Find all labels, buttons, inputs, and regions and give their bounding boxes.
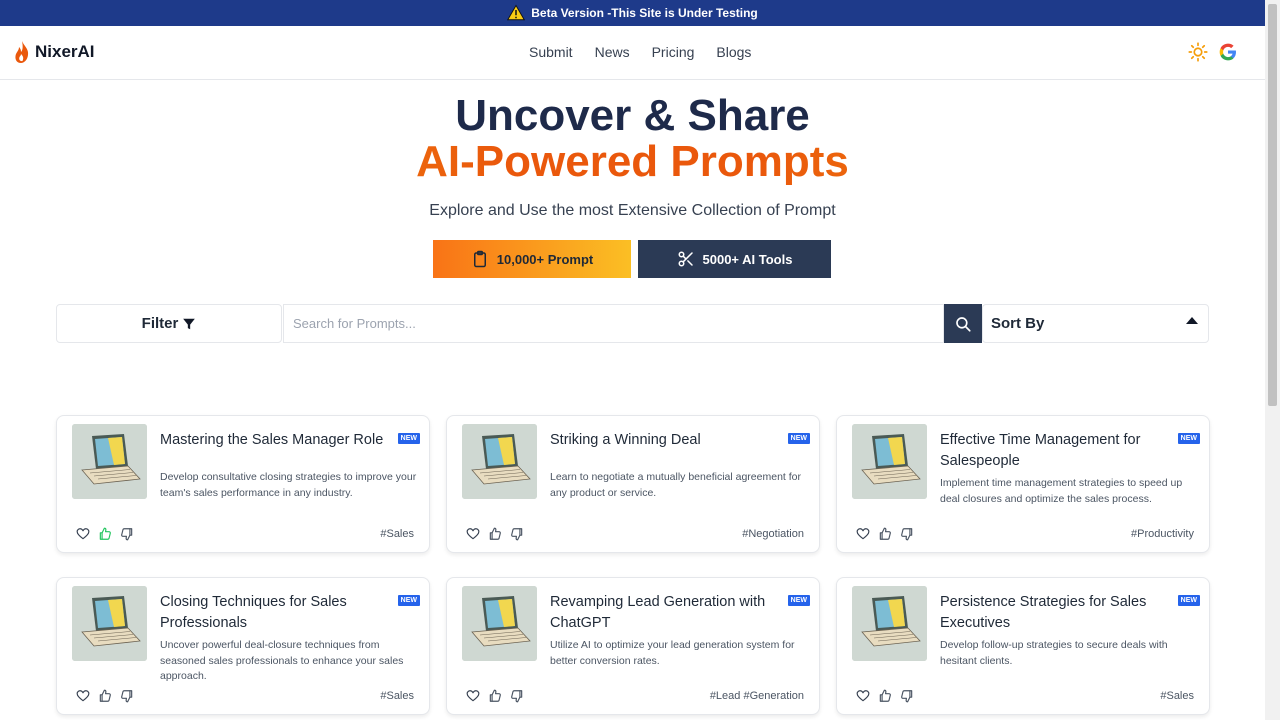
prompts-button[interactable]: 10,000+ Prompt bbox=[433, 240, 631, 278]
prompt-card[interactable]: Mastering the Sales Manager Role NEW Dev… bbox=[56, 415, 430, 553]
new-badge: NEW bbox=[1177, 595, 1200, 606]
prompt-card[interactable]: Closing Techniques for Sales Professiona… bbox=[56, 577, 430, 715]
card-thumbnail-laptop-icon bbox=[462, 424, 537, 499]
beta-banner: Beta Version -This Site is Under Testing bbox=[0, 0, 1265, 26]
filter-button[interactable]: Filter bbox=[56, 304, 282, 343]
flame-logo-icon bbox=[15, 41, 29, 63]
thumbs-down-icon[interactable] bbox=[510, 527, 524, 541]
thumbs-down-icon[interactable] bbox=[120, 689, 134, 703]
sort-label: Sort By bbox=[991, 315, 1045, 332]
thumbs-up-icon[interactable] bbox=[878, 689, 892, 703]
card-thumbnail-laptop-icon bbox=[462, 586, 537, 661]
ai-tools-button-label: 5000+ AI Tools bbox=[702, 251, 793, 267]
card-actions bbox=[466, 527, 524, 541]
filter-label: Filter bbox=[141, 315, 179, 332]
thumbs-down-icon[interactable] bbox=[900, 527, 914, 541]
prompt-card[interactable]: Persistence Strategies for Sales Executi… bbox=[836, 577, 1210, 715]
heart-icon[interactable] bbox=[466, 689, 480, 703]
card-thumbnail-laptop-icon bbox=[852, 586, 927, 661]
card-description: Uncover powerful deal-closure techniques… bbox=[160, 639, 404, 682]
card-description: Utilize AI to optimize your lead generat… bbox=[550, 639, 795, 667]
card-actions bbox=[856, 527, 914, 541]
brand-name: NixerAI bbox=[35, 42, 95, 61]
card-description: Learn to negotiate a mutually beneficial… bbox=[550, 471, 801, 499]
hero-title-line2: AI-Powered Prompts bbox=[0, 136, 1265, 188]
thumbs-up-icon[interactable] bbox=[488, 527, 502, 541]
caret-up-icon bbox=[1186, 317, 1198, 324]
hero-subtitle: Explore and Use the most Extensive Colle… bbox=[429, 202, 836, 219]
card-description: Develop consultative closing strategies … bbox=[160, 471, 417, 499]
thumbs-up-icon[interactable] bbox=[98, 689, 112, 703]
card-tag[interactable]: #Sales bbox=[380, 528, 414, 540]
nav-submit[interactable]: Submit bbox=[529, 44, 573, 60]
card-thumbnail-laptop-icon bbox=[72, 586, 147, 661]
thumbs-down-icon[interactable] bbox=[510, 689, 524, 703]
new-badge: NEW bbox=[1177, 433, 1200, 444]
card-thumbnail-laptop-icon bbox=[852, 424, 927, 499]
google-icon[interactable] bbox=[1218, 42, 1238, 62]
prompt-card[interactable]: Revamping Lead Generation with ChatGPT N… bbox=[446, 577, 820, 715]
card-title: Persistence Strategies for Sales Executi… bbox=[940, 594, 1147, 631]
card-tag[interactable]: #Negotiation bbox=[742, 528, 804, 540]
warning-icon bbox=[507, 4, 526, 21]
prompt-card[interactable]: Striking a Winning Deal NEW Learn to neg… bbox=[446, 415, 820, 553]
card-tag[interactable]: #Sales bbox=[380, 690, 414, 702]
card-thumbnail-laptop-icon bbox=[72, 424, 147, 499]
sun-icon[interactable] bbox=[1188, 42, 1208, 62]
hero-title-line1: Uncover & Share bbox=[455, 91, 810, 140]
card-actions bbox=[466, 689, 524, 703]
new-badge: NEW bbox=[787, 433, 810, 444]
nav-pricing[interactable]: Pricing bbox=[652, 44, 695, 60]
navbar: NixerAI Submit News Pricing Blogs bbox=[0, 26, 1265, 80]
card-title: Mastering the Sales Manager Role bbox=[160, 432, 384, 448]
card-title: Revamping Lead Generation with ChatGPT bbox=[550, 594, 766, 631]
card-tag[interactable]: #Productivity bbox=[1131, 528, 1194, 540]
thumbs-up-icon[interactable] bbox=[488, 689, 502, 703]
card-actions bbox=[856, 689, 914, 703]
search-input[interactable] bbox=[283, 304, 944, 343]
heart-icon[interactable] bbox=[76, 689, 90, 703]
card-title: Striking a Winning Deal bbox=[550, 432, 701, 448]
nav-news[interactable]: News bbox=[595, 44, 630, 60]
scissors-icon bbox=[678, 251, 693, 267]
search-icon bbox=[956, 316, 971, 332]
heart-icon[interactable] bbox=[466, 527, 480, 541]
nav-blogs[interactable]: Blogs bbox=[716, 44, 751, 60]
funnel-icon bbox=[183, 318, 196, 329]
main-nav: Submit News Pricing Blogs bbox=[529, 44, 751, 60]
heart-icon[interactable] bbox=[76, 527, 90, 541]
card-title: Closing Techniques for Sales Professiona… bbox=[160, 594, 347, 631]
sort-dropdown[interactable]: Sort By bbox=[982, 304, 1209, 343]
thumbs-up-icon[interactable] bbox=[98, 527, 112, 541]
new-badge: NEW bbox=[787, 595, 810, 606]
card-tag[interactable]: #Lead #Generation bbox=[710, 690, 804, 702]
heart-icon[interactable] bbox=[856, 527, 870, 541]
prompts-button-label: 10,000+ Prompt bbox=[496, 251, 594, 267]
card-description: Implement time management strategies to … bbox=[940, 477, 1183, 505]
new-badge: NEW bbox=[397, 433, 420, 444]
card-title: Effective Time Management for Salespeopl… bbox=[940, 432, 1141, 469]
card-actions bbox=[76, 527, 134, 541]
prompt-card[interactable]: Effective Time Management for Salespeopl… bbox=[836, 415, 1210, 553]
nav-icons bbox=[1188, 42, 1238, 62]
clipboard-icon bbox=[473, 250, 486, 268]
beta-banner-text: Beta Version -This Site is Under Testing bbox=[531, 6, 758, 20]
thumbs-up-icon[interactable] bbox=[878, 527, 892, 541]
scrollbar[interactable] bbox=[1265, 0, 1280, 720]
scrollbar-thumb[interactable] bbox=[1268, 4, 1277, 406]
card-description: Develop follow-up strategies to secure d… bbox=[940, 639, 1168, 667]
brand-logo[interactable]: NixerAI bbox=[13, 40, 95, 64]
heart-icon[interactable] bbox=[856, 689, 870, 703]
new-badge: NEW bbox=[397, 595, 420, 606]
thumbs-down-icon[interactable] bbox=[900, 689, 914, 703]
thumbs-down-icon[interactable] bbox=[120, 527, 134, 541]
search-button[interactable] bbox=[944, 304, 982, 343]
ai-tools-button[interactable]: 5000+ AI Tools bbox=[638, 240, 831, 278]
card-tag[interactable]: #Sales bbox=[1160, 690, 1194, 702]
card-actions bbox=[76, 689, 134, 703]
